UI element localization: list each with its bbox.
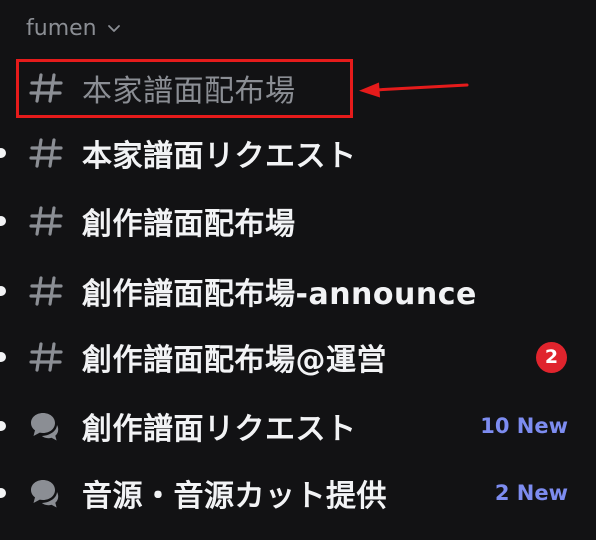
channel-item[interactable]: 本家譜面配布場 bbox=[0, 56, 596, 120]
unread-indicator bbox=[0, 216, 6, 226]
chevron-down-icon bbox=[107, 25, 120, 32]
hash-icon bbox=[26, 337, 66, 377]
unread-indicator bbox=[0, 421, 6, 431]
channel-item[interactable]: 創作譜面配布場-announce bbox=[0, 259, 596, 323]
channel-item[interactable]: 音源・音源カット提供 2 New bbox=[0, 461, 596, 525]
hash-icon bbox=[26, 133, 66, 173]
category-header-fumen[interactable]: fumen bbox=[26, 12, 121, 44]
new-posts-badge: 10 New bbox=[480, 414, 568, 438]
channel-name: 創作譜面配布場@運営 bbox=[82, 343, 387, 378]
forum-icon bbox=[26, 406, 66, 446]
new-posts-badge: 2 New bbox=[494, 481, 568, 505]
channel-name: 創作譜面配布場 bbox=[82, 207, 296, 242]
channel-name: 本家譜面リクエスト bbox=[82, 139, 357, 174]
forum-icon bbox=[26, 473, 66, 513]
channel-item[interactable]: 創作譜面リクエスト 10 New bbox=[0, 394, 596, 458]
channel-name: 創作譜面配布場-announce bbox=[82, 277, 477, 312]
mention-badge: 2 bbox=[536, 341, 567, 373]
unread-indicator bbox=[0, 352, 6, 362]
channel-item[interactable]: 本家譜面リクエスト bbox=[0, 121, 596, 185]
channel-name: 本家譜面配布場 bbox=[82, 74, 296, 109]
channel-list: fumen 本家譜面配布場 本家譜面リクエスト 創作譜面配布場 創作譜面配布場-… bbox=[0, 0, 596, 540]
channel-item[interactable]: 創作譜面配布場 bbox=[0, 189, 596, 253]
hash-icon bbox=[26, 201, 66, 241]
unread-indicator bbox=[0, 286, 6, 296]
channel-name: 音源・音源カット提供 bbox=[82, 479, 387, 514]
hash-icon bbox=[26, 271, 66, 311]
category-label: fumen bbox=[26, 15, 97, 41]
annotation-arrow-icon bbox=[359, 82, 469, 98]
unread-indicator bbox=[0, 488, 6, 498]
channel-name: 創作譜面リクエスト bbox=[82, 412, 357, 447]
channel-item[interactable]: 創作譜面配布場@運営 2 bbox=[0, 325, 596, 389]
unread-indicator bbox=[0, 148, 6, 158]
hash-icon bbox=[26, 68, 66, 108]
